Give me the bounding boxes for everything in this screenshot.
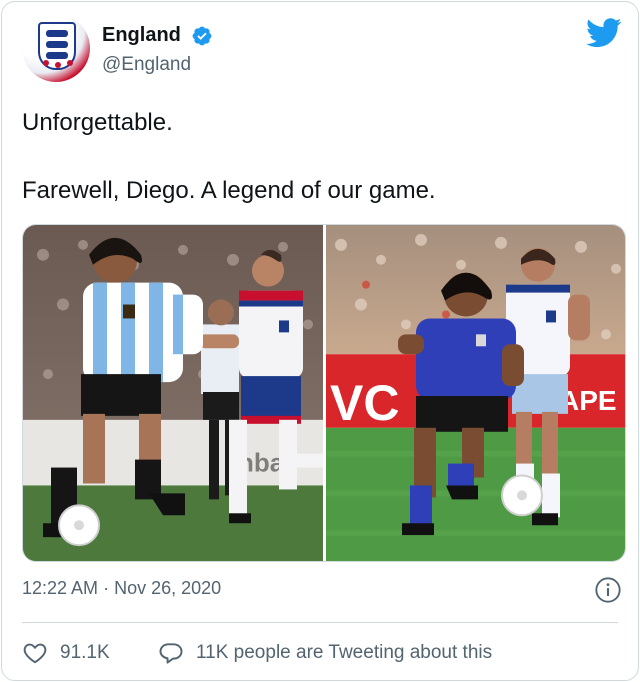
like-count: 91.1K bbox=[60, 642, 110, 663]
info-icon[interactable] bbox=[594, 576, 622, 604]
like-button[interactable]: 91.1K bbox=[22, 636, 110, 670]
author-handle[interactable]: @England bbox=[102, 54, 191, 76]
tweet-text: Unforgettable. Farewell, Diego. A legend… bbox=[22, 106, 622, 208]
media-photo-2[interactable]: VC TAPE bbox=[326, 225, 625, 561]
heart-icon bbox=[23, 643, 47, 664]
tweet-header: England @England bbox=[22, 14, 622, 84]
tweet-media[interactable]: nba VC TAPE bbox=[22, 224, 626, 562]
author-name-row[interactable]: England bbox=[102, 24, 213, 47]
board-text-alt: VC bbox=[330, 375, 399, 431]
divider bbox=[22, 622, 618, 623]
avatar[interactable] bbox=[22, 14, 90, 82]
tweet-timestamp[interactable]: 12:22 AM · Nov 26, 2020 bbox=[22, 578, 221, 599]
conversation-label[interactable]: 11K people are Tweeting about this bbox=[196, 642, 492, 664]
tweet-actions: 91.1K 11K people are Tweeting about this bbox=[22, 636, 622, 670]
verified-badge-icon bbox=[192, 26, 212, 45]
tweet-card: England @England Unforgettable. Farewell… bbox=[1, 1, 639, 681]
display-name[interactable]: England bbox=[102, 24, 181, 47]
tweet-time[interactable]: 12:22 AM bbox=[22, 578, 98, 598]
tweet-line: Farewell, Diego. A legend of our game. bbox=[22, 177, 436, 204]
twitter-bird-icon[interactable] bbox=[586, 18, 622, 48]
tweet-line: Unforgettable. bbox=[22, 109, 173, 136]
conversation-link[interactable]: 11K people are Tweeting about this bbox=[158, 636, 492, 670]
media-photo-1[interactable]: nba bbox=[23, 225, 323, 561]
tweet-date[interactable]: Nov 26, 2020 bbox=[114, 578, 221, 598]
timestamp-separator: · bbox=[103, 578, 110, 598]
reply-bubble-icon bbox=[159, 643, 183, 664]
england-crest-icon bbox=[38, 22, 76, 70]
